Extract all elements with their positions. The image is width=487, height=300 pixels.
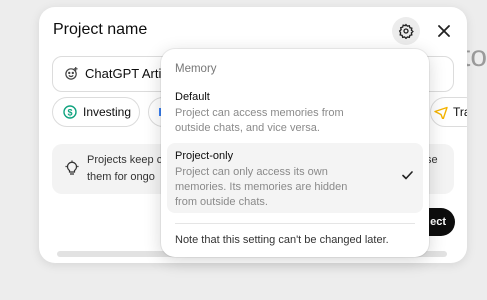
- chip-label: Investing: [83, 105, 132, 119]
- create-project-label: ect: [430, 216, 446, 228]
- project-name-value: ChatGPT Artic: [85, 66, 168, 81]
- option-title: Default: [175, 91, 210, 103]
- option-description: Project can access memories from outside…: [175, 107, 344, 134]
- checkmark-icon: [402, 171, 413, 180]
- memory-menu: Memory Default Project can access memori…: [161, 49, 429, 257]
- chip-travel[interactable]: Tra: [430, 97, 467, 127]
- smiley-add-icon[interactable]: [64, 66, 79, 86]
- option-description: Project can only access its own memories…: [175, 166, 348, 208]
- menu-divider: [175, 223, 415, 224]
- info-text-line1: Projects keep c: [87, 154, 163, 166]
- close-icon: [438, 25, 450, 37]
- chip-label: Tra: [453, 105, 467, 119]
- memory-menu-header: Memory: [175, 63, 217, 75]
- modal-title: Project name: [53, 21, 148, 38]
- close-button[interactable]: [432, 19, 456, 43]
- svg-text:$: $: [67, 107, 72, 117]
- info-text-line2: them for ongo: [87, 171, 155, 183]
- gear-icon: [398, 23, 414, 39]
- memory-option-default[interactable]: Default Project can access memories from…: [167, 84, 423, 138]
- chip-investing[interactable]: $ Investing: [52, 97, 140, 127]
- memory-option-project-only[interactable]: Project-only Project can only access its…: [167, 143, 423, 213]
- option-title: Project-only: [175, 150, 234, 162]
- plane-icon: [434, 106, 448, 119]
- dollar-circle-icon: $: [63, 105, 77, 119]
- settings-button[interactable]: [392, 17, 420, 45]
- memory-note: Note that this setting can't be changed …: [175, 234, 389, 246]
- lightbulb-icon: [65, 160, 79, 175]
